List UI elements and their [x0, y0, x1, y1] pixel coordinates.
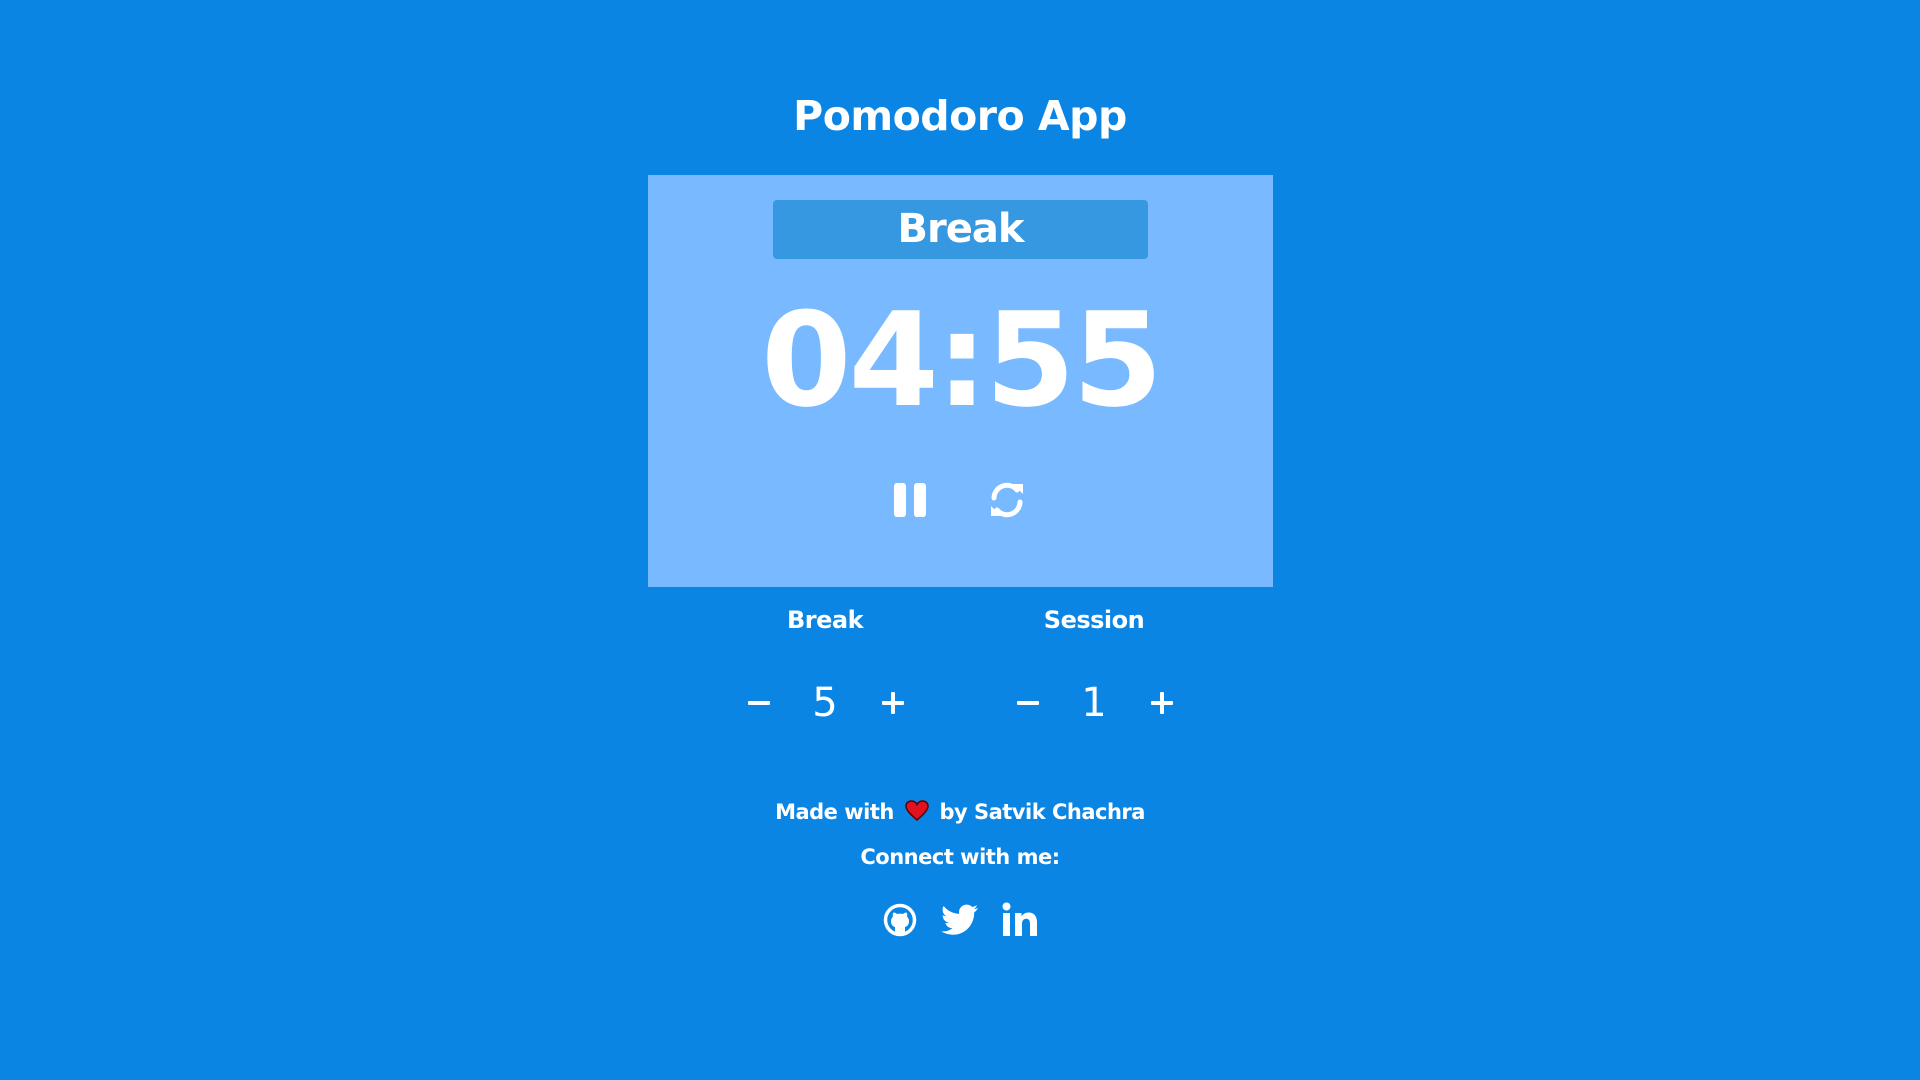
reset-button[interactable]: [982, 475, 1032, 525]
refresh-icon: [991, 482, 1023, 518]
connect-label: Connect with me:: [860, 845, 1060, 869]
social-links: [880, 898, 1040, 942]
made-with-author: by Satvik Chachra: [939, 800, 1145, 824]
made-with-prefix: Made with: [775, 800, 894, 824]
twitter-link[interactable]: [940, 898, 980, 942]
session-increment-button[interactable]: [1144, 685, 1180, 721]
session-stepper: 1: [994, 673, 1194, 733]
made-with-credit: Made with by Satvik Chachra: [0, 800, 1920, 827]
pause-button[interactable]: [885, 475, 935, 525]
heart-icon: [904, 800, 929, 827]
linkedin-icon: [1002, 902, 1037, 936]
session-length-value: 1: [1081, 680, 1107, 726]
linkedin-link[interactable]: [1000, 898, 1040, 942]
break-length-value: 5: [812, 680, 838, 726]
app-title: Pomodoro App: [793, 92, 1127, 140]
minus-icon: [748, 701, 770, 705]
break-label: Break: [786, 606, 864, 634]
session-decrement-button[interactable]: [1010, 685, 1046, 721]
plus-icon: [882, 692, 904, 714]
break-setting: Break 5: [725, 600, 925, 726]
twitter-icon: [941, 904, 978, 935]
break-decrement-button[interactable]: [741, 685, 777, 721]
break-increment-button[interactable]: [875, 685, 911, 721]
github-link[interactable]: [880, 898, 920, 942]
github-icon: [883, 903, 917, 937]
time-display: 04:55: [761, 284, 1163, 436]
pomodoro-page: Pomodoro App Break 04:55 Break 5 Session…: [0, 0, 1920, 1080]
timer-card: Break 04:55: [648, 175, 1273, 587]
minus-icon: [1017, 701, 1039, 705]
timer-mode-label: Break: [773, 200, 1148, 259]
break-stepper: 5: [725, 673, 925, 733]
session-setting: Session 1: [994, 600, 1194, 726]
pause-icon: [894, 483, 926, 517]
plus-icon: [1151, 692, 1173, 714]
session-label: Session: [1043, 606, 1145, 634]
